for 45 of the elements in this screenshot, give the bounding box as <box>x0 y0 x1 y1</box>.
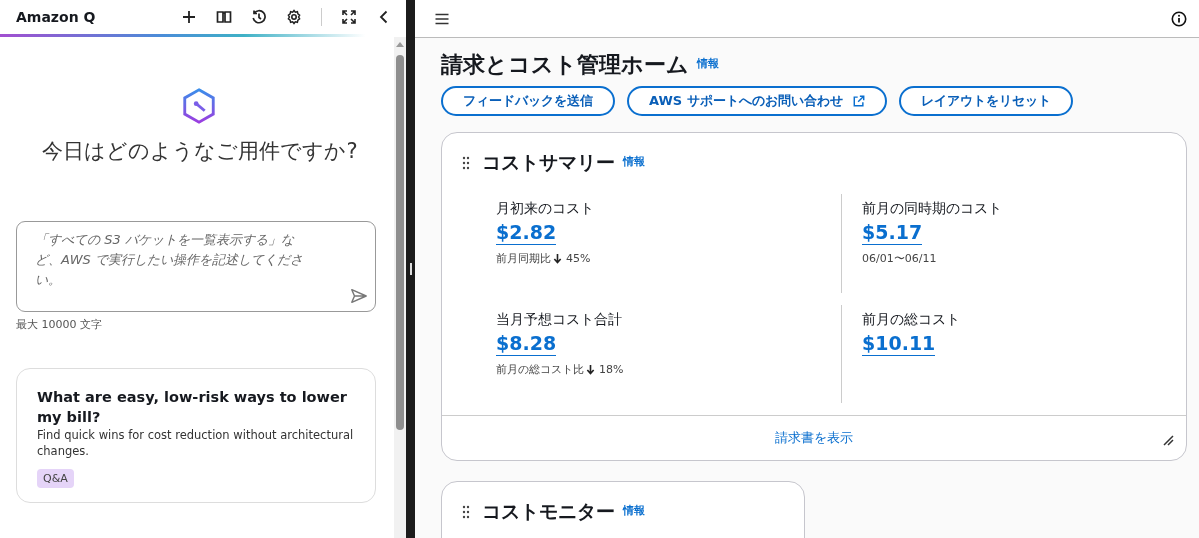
drag-handle-icon[interactable] <box>462 156 470 170</box>
tag: Q&A <box>37 469 74 488</box>
metric-note: 前月の総コスト比 <box>496 361 584 377</box>
prompt-field[interactable]: 「すべての S3 バケットを一覧表示する」など、AWS で実行したい操作を記述してください。 <box>16 221 376 312</box>
plus-icon[interactable] <box>181 9 197 25</box>
action-button[interactable]: フィードバックを送信 <box>441 86 615 116</box>
metric-label: 前月の総コスト <box>862 310 961 329</box>
suggestion-card[interactable]: What are easy, low-risk ways to lower my bill? Find quick wins for cost reduction without architectural changes. Q&A <box>16 368 376 503</box>
metric-note: 前月同期比 <box>496 251 551 266</box>
info-link[interactable]: 情報 <box>697 56 719 74</box>
metric-label: 前月の同時期のコスト <box>862 200 1003 218</box>
action-button[interactable]: AWS サポートへのお問い合わせ <box>627 86 887 116</box>
scrollbar[interactable] <box>394 37 406 538</box>
page-title: 請求とコスト管理ホーム <box>441 51 689 79</box>
view-bill-link[interactable]: 請求書を表示 <box>775 429 853 447</box>
metric-value[interactable]: $5.17 <box>862 220 923 245</box>
greeting-heading: 今日はどのようなご用件ですか? <box>41 138 359 165</box>
logo-icon <box>180 87 218 125</box>
info-link[interactable]: 情報 <box>623 154 645 172</box>
resize-handle-icon[interactable] <box>1162 434 1174 446</box>
metric-value[interactable]: $8.28 <box>496 330 557 356</box>
external-link-icon <box>852 95 865 107</box>
action-button[interactable]: レイアウトをリセット <box>898 86 1073 116</box>
info-icon[interactable] <box>1171 10 1187 27</box>
metric-change: 45% <box>566 252 591 265</box>
suggestion-title: What are easy, low-risk ways to lower my bill? <box>37 388 348 427</box>
metric-value[interactable]: $10.11 <box>862 330 936 356</box>
panel-title: Amazon Q <box>16 9 96 25</box>
character-limit: 最大 10000 文字 <box>16 317 103 332</box>
info-link[interactable]: 情報 <box>623 503 645 521</box>
send-icon[interactable] <box>350 287 368 305</box>
history-icon[interactable] <box>251 9 267 25</box>
metric-change: 18% <box>599 362 624 376</box>
suggestion-description: Find quick wins for cost reduction without architectural changes. <box>37 427 355 459</box>
card-title: コストサマリー <box>482 150 615 175</box>
metric-label: 当月予想コスト合計 <box>496 310 623 329</box>
book-icon[interactable] <box>216 9 232 25</box>
metric-note: 06/01〜06/11 <box>862 251 937 266</box>
expand-icon[interactable] <box>341 9 357 25</box>
settings-icon[interactable] <box>286 9 302 25</box>
metric-value[interactable]: $2.82 <box>496 220 557 245</box>
split-handle[interactable] <box>406 0 415 538</box>
drag-handle-icon[interactable] <box>462 505 470 519</box>
card-title: コストモニター <box>482 499 615 524</box>
metric-label: 月初来のコスト <box>496 200 595 218</box>
